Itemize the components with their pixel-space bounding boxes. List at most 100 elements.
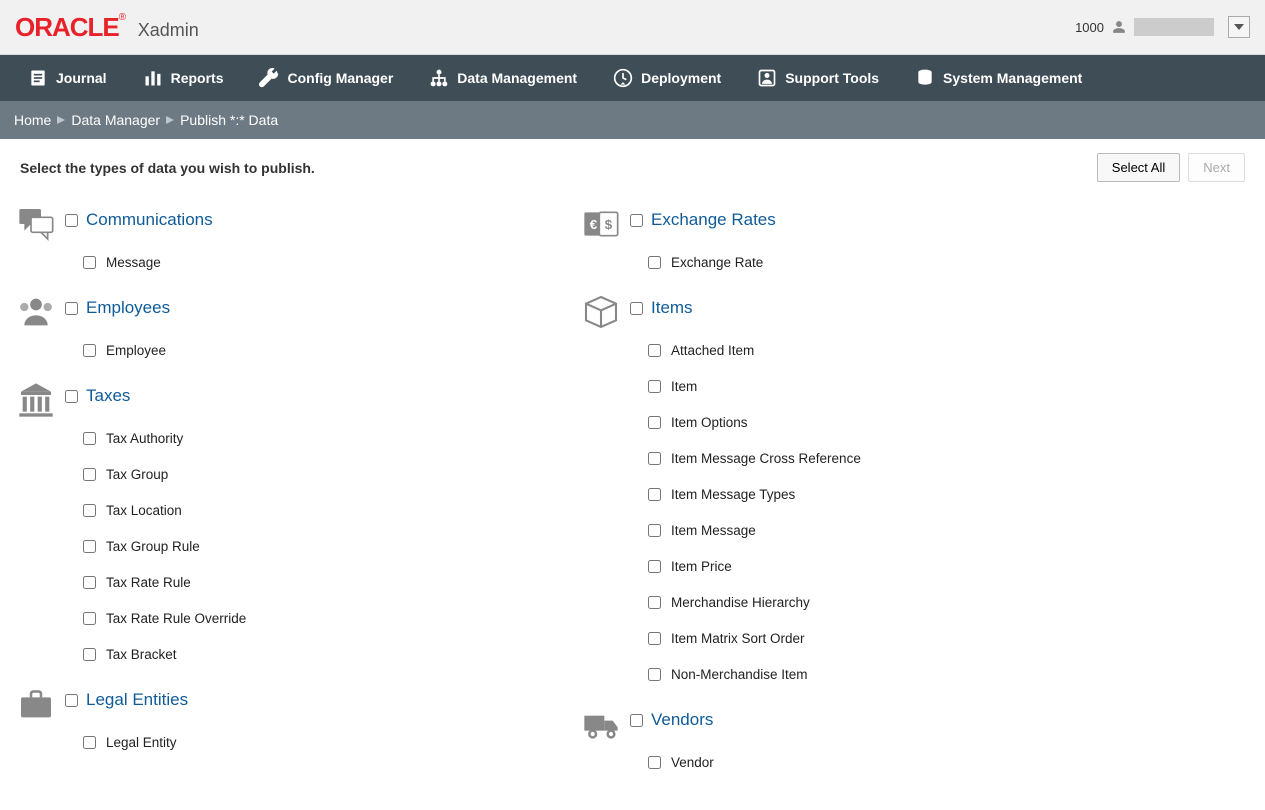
list-item: Message (83, 244, 575, 280)
item-checkbox[interactable] (648, 488, 661, 501)
nav-reports[interactable]: Reports (125, 55, 242, 101)
list-item: Item Price (648, 548, 1140, 584)
main-nav: Journal Reports Config Manager Data Mana… (0, 55, 1265, 101)
item-label: Non-Merchandise Item (671, 667, 808, 682)
item-checkbox[interactable] (648, 524, 661, 537)
nav-system[interactable]: System Management (897, 55, 1100, 101)
nav-config[interactable]: Config Manager (241, 55, 411, 101)
item-checkbox[interactable] (648, 380, 661, 393)
item-checkbox[interactable] (648, 416, 661, 429)
select-all-button[interactable]: Select All (1097, 153, 1180, 182)
category-vendors: Vendors Vendor (575, 704, 1140, 780)
column-left: Communications Message Employees Employe… (10, 192, 575, 780)
item-checkbox[interactable] (648, 632, 661, 645)
employees-icon (16, 292, 56, 332)
truck-icon (581, 704, 621, 744)
item-checkbox[interactable] (648, 256, 661, 269)
list-item: Tax Group (83, 456, 575, 492)
employees-checkbox[interactable] (65, 302, 78, 315)
hierarchy-icon (429, 68, 449, 88)
list-item: Legal Entity (83, 724, 575, 760)
page-instruction: Select the types of data you wish to pub… (20, 160, 315, 176)
item-checkbox[interactable] (648, 668, 661, 681)
item-checkbox[interactable] (648, 756, 661, 769)
svg-text:€: € (590, 217, 598, 232)
items-items: Attached Item Item Item Options Item Mes… (630, 324, 1140, 692)
registered-mark: ® (119, 12, 126, 23)
data-type-columns: Communications Message Employees Employe… (0, 192, 1265, 810)
item-checkbox[interactable] (648, 344, 661, 357)
item-checkbox[interactable] (83, 576, 96, 589)
item-checkbox[interactable] (648, 452, 661, 465)
deployment-icon (613, 68, 633, 88)
list-item: Tax Rate Rule Override (83, 600, 575, 636)
item-checkbox[interactable] (83, 736, 96, 749)
nav-system-label: System Management (943, 70, 1082, 86)
list-item: Tax Location (83, 492, 575, 528)
item-label: Message (106, 255, 161, 270)
nav-journal[interactable]: Journal (10, 55, 125, 101)
item-checkbox[interactable] (83, 344, 96, 357)
legal-entities-checkbox[interactable] (65, 694, 78, 707)
breadcrumb-data-manager[interactable]: Data Manager (67, 112, 164, 128)
communications-checkbox[interactable] (65, 214, 78, 227)
nav-data-management[interactable]: Data Management (411, 55, 595, 101)
item-label: Tax Rate Rule Override (106, 611, 246, 626)
items-title: Items (651, 298, 693, 318)
employees-title: Employees (86, 298, 170, 318)
item-checkbox[interactable] (83, 432, 96, 445)
item-checkbox[interactable] (648, 596, 661, 609)
item-checkbox[interactable] (83, 504, 96, 517)
item-label: Attached Item (671, 343, 754, 358)
box-icon (581, 292, 621, 332)
vendors-checkbox[interactable] (630, 714, 643, 727)
item-label: Tax Group (106, 467, 168, 482)
item-label: Item Options (671, 415, 748, 430)
list-item: Non-Merchandise Item (648, 656, 1140, 692)
list-item: Merchandise Hierarchy (648, 584, 1140, 620)
list-item: Exchange Rate (648, 244, 1140, 280)
item-label: Item Message Types (671, 487, 795, 502)
item-label: Tax Bracket (106, 647, 177, 662)
user-icon (1112, 20, 1126, 34)
list-item: Item Matrix Sort Order (648, 620, 1140, 656)
breadcrumb: Home Data Manager Publish *:* Data (0, 101, 1265, 139)
taxes-icon (16, 380, 56, 420)
nav-support-label: Support Tools (785, 70, 879, 86)
item-label: Item Matrix Sort Order (671, 631, 805, 646)
nav-reports-label: Reports (171, 70, 224, 86)
category-items: Items Attached Item Item Item Options It… (575, 292, 1140, 692)
item-checkbox[interactable] (83, 540, 96, 553)
item-checkbox[interactable] (648, 560, 661, 573)
user-area: 1000 (1075, 16, 1250, 38)
nav-support[interactable]: Support Tools (739, 55, 897, 101)
breadcrumb-home[interactable]: Home (10, 112, 55, 128)
exchange-rates-checkbox[interactable] (630, 214, 643, 227)
reports-icon (143, 68, 163, 88)
journal-icon (28, 68, 48, 88)
oracle-logo: ORACLE (15, 12, 119, 42)
item-checkbox[interactable] (83, 612, 96, 625)
list-item: Vendor (648, 744, 1140, 780)
category-employees: Employees Employee (10, 292, 575, 368)
user-dropdown[interactable] (1228, 16, 1250, 38)
item-checkbox[interactable] (83, 256, 96, 269)
breadcrumb-sep-icon (164, 116, 176, 124)
items-checkbox[interactable] (630, 302, 643, 315)
nav-deployment[interactable]: Deployment (595, 55, 739, 101)
legal-entities-title: Legal Entities (86, 690, 188, 710)
next-button[interactable]: Next (1188, 153, 1245, 182)
item-checkbox[interactable] (83, 468, 96, 481)
breadcrumb-current[interactable]: Publish *:* Data (176, 112, 282, 128)
list-item: Attached Item (648, 332, 1140, 368)
category-legal-entities: Legal Entities Legal Entity (10, 684, 575, 760)
nav-config-label: Config Manager (287, 70, 393, 86)
taxes-checkbox[interactable] (65, 390, 78, 403)
list-item: Item (648, 368, 1140, 404)
item-checkbox[interactable] (83, 648, 96, 661)
category-taxes: Taxes Tax Authority Tax Group Tax Locati… (10, 380, 575, 672)
nav-data-mgmt-label: Data Management (457, 70, 577, 86)
communications-title: Communications (86, 210, 213, 230)
svg-text:$: $ (605, 217, 613, 232)
support-icon (757, 68, 777, 88)
